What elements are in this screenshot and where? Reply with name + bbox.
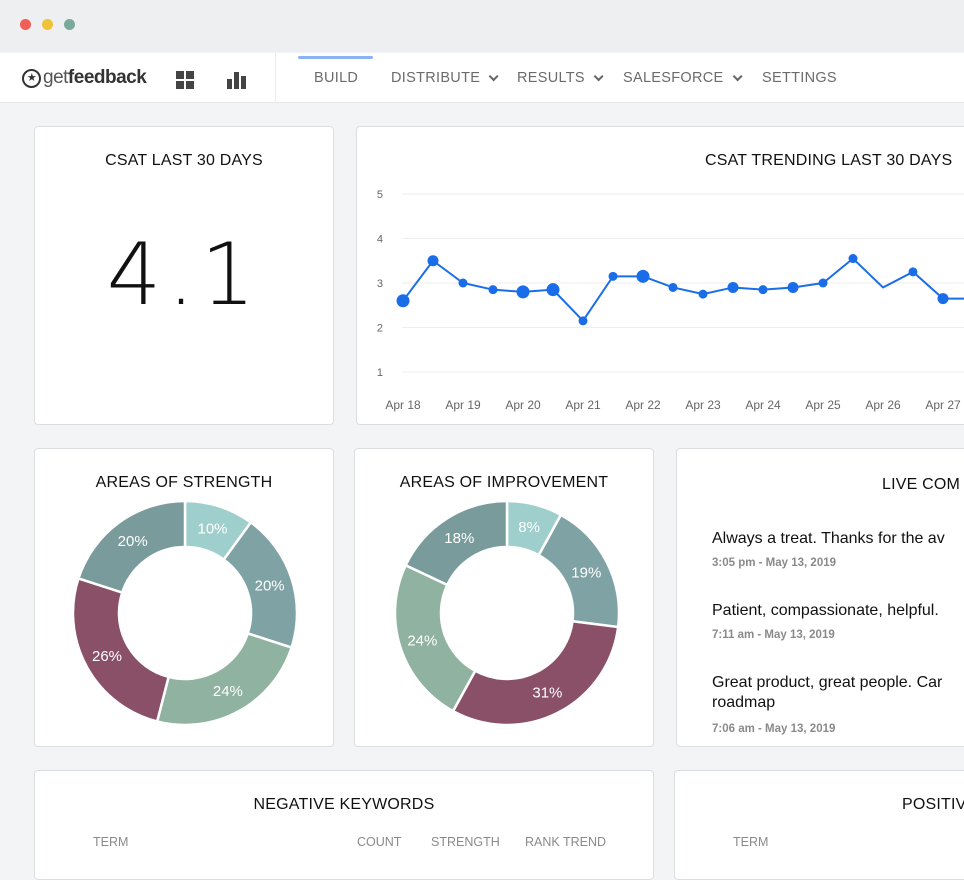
csat-value: 4.1 xyxy=(106,225,262,325)
window-maximize-button[interactable] xyxy=(64,19,75,30)
slice-label: 24% xyxy=(407,633,437,650)
slice-label: 8% xyxy=(518,519,540,536)
logo-prefix: get xyxy=(43,67,68,88)
slice-label: 19% xyxy=(571,565,601,582)
x-tick-label: Apr 27 xyxy=(925,398,961,412)
window-minimize-button[interactable] xyxy=(42,19,53,30)
comment-text: Patient, compassionate, helpful. xyxy=(712,602,939,619)
trend-line xyxy=(402,257,964,323)
column-header-term[interactable]: TERM xyxy=(733,835,768,849)
x-tick-label: Apr 24 xyxy=(745,398,781,412)
nav-settings[interactable]: SETTINGS xyxy=(762,53,837,103)
data-point[interactable] xyxy=(516,285,530,299)
comment-time: 7:11 am - May 13, 2019 xyxy=(712,629,835,641)
x-tick-label: Apr 19 xyxy=(445,398,481,412)
chevron-down-icon xyxy=(732,70,743,81)
star-logo-icon: ★ xyxy=(22,68,41,88)
column-header-count[interactable]: COUNT xyxy=(357,835,401,849)
y-tick-label: 4 xyxy=(377,234,383,246)
strength-donut-chart: 10% 20% 24% 26% 20% xyxy=(71,499,299,727)
y-tick-label: 1 xyxy=(377,367,383,379)
window-close-button[interactable] xyxy=(20,19,31,30)
data-point[interactable] xyxy=(427,255,439,267)
data-point[interactable] xyxy=(758,285,768,295)
improvement-card: AREAS OF IMPROVEMENT 8% 19% 31% 24% 18% xyxy=(354,448,654,747)
nav-salesforce[interactable]: SALESFORCE xyxy=(623,53,743,103)
slice-label: 26% xyxy=(92,648,122,665)
data-point[interactable] xyxy=(488,285,498,295)
comment-text: roadmap xyxy=(712,694,776,711)
live-comments-title: LIVE COM xyxy=(882,476,961,493)
window-titlebar xyxy=(0,0,964,52)
nav-build[interactable]: BUILD xyxy=(314,53,358,103)
y-tick-label: 5 xyxy=(377,189,383,201)
chevron-down-icon xyxy=(488,70,499,81)
data-point[interactable] xyxy=(668,282,678,292)
column-header-term[interactable]: TERM xyxy=(93,835,128,849)
slice-label: 24% xyxy=(213,683,243,700)
csat-trend-card: CSAT TRENDING LAST 30 DAYS 1 2 3 4 5 Apr 18 Ap… xyxy=(356,126,964,425)
y-tick-label: 2 xyxy=(377,323,383,335)
slice-label: 20% xyxy=(255,577,285,594)
donut-slice[interactable] xyxy=(451,619,620,727)
getfeedback-logo[interactable]: ★ get feedback xyxy=(22,67,147,88)
bar-chart-icon[interactable] xyxy=(226,69,248,91)
donut-slice[interactable] xyxy=(155,631,294,727)
comment-text: Always a treat. Thanks for the av xyxy=(712,530,945,547)
slice-label: 20% xyxy=(118,533,148,550)
logo-suffix: feedback xyxy=(67,67,147,88)
improvement-donut-chart: 8% 19% 31% 24% 18% xyxy=(393,499,621,727)
positive-keywords-title: POSITIV xyxy=(902,796,964,813)
data-point[interactable] xyxy=(848,254,858,264)
negative-keywords-title: NEGATIVE KEYWORDS xyxy=(253,796,435,813)
data-point[interactable] xyxy=(787,281,799,293)
nav-distribute[interactable]: DISTRIBUTE xyxy=(391,53,499,103)
nav-results-label: RESULTS xyxy=(517,70,585,86)
data-point[interactable] xyxy=(818,278,828,288)
nav-results[interactable]: RESULTS xyxy=(517,53,604,103)
header-divider xyxy=(275,53,276,103)
column-header-rank-trend[interactable]: RANK TREND xyxy=(525,835,606,849)
csat-card: CSAT LAST 30 DAYS 4.1 xyxy=(34,126,334,425)
strength-card: AREAS OF STRENGTH 10% 20% 24% 26% 20% xyxy=(34,448,334,747)
positive-keywords-card: POSITIV TERM xyxy=(674,770,964,880)
data-point[interactable] xyxy=(698,289,708,299)
slice-label: 10% xyxy=(197,520,227,537)
column-header-strength[interactable]: STRENGTH xyxy=(431,835,500,849)
x-tick-label: Apr 18 xyxy=(385,398,421,412)
nav-build-label: BUILD xyxy=(314,70,359,86)
data-point[interactable] xyxy=(636,269,650,283)
live-comments-card: LIVE COM Always a treat. Thanks for the … xyxy=(676,448,964,747)
nav-distribute-label: DISTRIBUTE xyxy=(391,70,481,86)
nav-settings-label: SETTINGS xyxy=(762,70,837,86)
nav-active-indicator xyxy=(298,56,373,59)
data-point[interactable] xyxy=(908,267,918,277)
nav-salesforce-label: SALESFORCE xyxy=(623,70,724,86)
csat-trend-chart: 1 2 3 4 5 Apr 18 Apr 19 Apr 20 Apr 21 Apr 22 Apr 2… xyxy=(377,189,964,412)
chevron-down-icon xyxy=(593,70,604,81)
x-tick-label: Apr 23 xyxy=(685,398,721,412)
dashboard-grid-icon[interactable] xyxy=(175,69,197,91)
data-point[interactable] xyxy=(937,293,949,305)
comment-text: Great product, great people. Car xyxy=(712,674,943,691)
x-tick-label: Apr 20 xyxy=(505,398,541,412)
data-point[interactable] xyxy=(458,278,468,288)
comment-time: 7:06 am - May 13, 2019 xyxy=(712,723,836,735)
data-point[interactable] xyxy=(608,271,618,281)
slice-label: 31% xyxy=(532,684,562,701)
comment-time: 3:05 pm - May 13, 2019 xyxy=(712,557,837,569)
x-tick-label: Apr 22 xyxy=(625,398,661,412)
x-tick-label: Apr 21 xyxy=(565,398,601,412)
data-point[interactable] xyxy=(546,283,560,297)
y-tick-label: 3 xyxy=(377,278,383,290)
data-point[interactable] xyxy=(396,294,410,308)
slice-label: 18% xyxy=(444,530,474,547)
data-point[interactable] xyxy=(578,316,588,326)
negative-keywords-card: NEGATIVE KEYWORDS TERM COUNT STRENGTH RA… xyxy=(34,770,654,880)
app-header: ★ get feedback BUILD DISTRIBUTE RESULTS S… xyxy=(0,53,964,103)
x-tick-label: Apr 26 xyxy=(865,398,901,412)
x-tick-label: Apr 25 xyxy=(805,398,841,412)
data-point[interactable] xyxy=(727,281,739,293)
csat-title: CSAT LAST 30 DAYS xyxy=(105,152,263,169)
